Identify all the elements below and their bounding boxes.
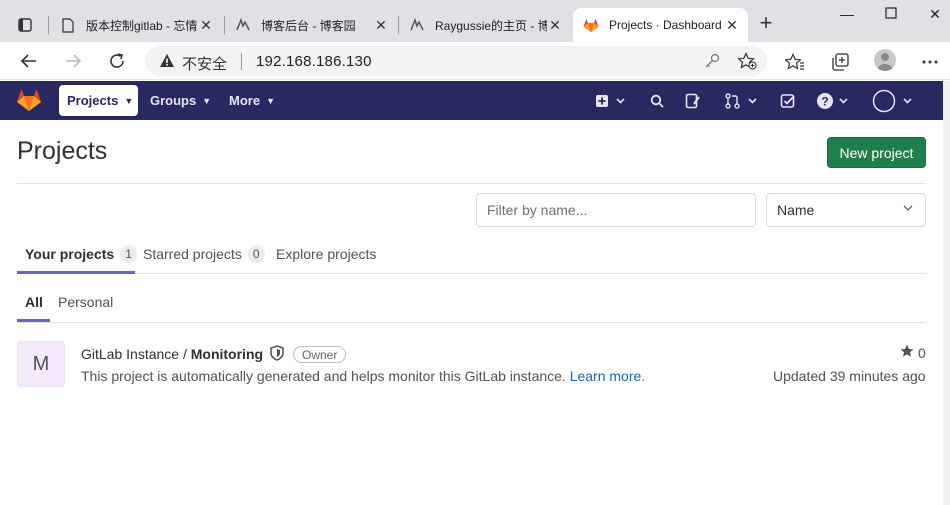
divider xyxy=(17,183,926,184)
page-title: Projects xyxy=(17,137,108,165)
cnblogs-icon xyxy=(409,17,425,33)
nav-groups[interactable]: Groups ▼ xyxy=(142,85,219,116)
gitlab-navbar: Projects ▼ Groups ▼ More ▼ ? xyxy=(0,81,943,120)
close-icon[interactable]: ✕ xyxy=(198,17,214,34)
divider xyxy=(241,53,242,70)
new-tab-icon[interactable]: + xyxy=(756,12,776,36)
chevron-down-icon: ▼ xyxy=(202,95,212,106)
star-icon xyxy=(900,344,914,361)
close-icon[interactable]: ✕ xyxy=(724,17,740,34)
nav-groups-label: Groups xyxy=(150,93,197,108)
chevron-down-icon xyxy=(903,204,913,215)
browser-tab[interactable]: 博客后台 - 博客园 ✕ xyxy=(225,8,397,42)
minimize-icon[interactable]: — xyxy=(832,6,862,26)
tab-label: Your projects xyxy=(25,246,115,262)
page-icon xyxy=(60,17,76,33)
sort-value: Name xyxy=(777,202,815,218)
tab-label: Explore projects xyxy=(276,246,377,262)
subtab-personal[interactable]: Personal xyxy=(58,282,113,322)
project-namespace: GitLab Instance / xyxy=(81,346,187,362)
back-icon[interactable] xyxy=(18,50,40,72)
security-label: 不安全 xyxy=(182,56,228,73)
issues-icon[interactable] xyxy=(685,92,701,110)
nav-projects[interactable]: Projects ▼ xyxy=(59,85,138,116)
tab-label: Starred projects xyxy=(143,246,242,262)
nav-more-label: More xyxy=(229,93,261,108)
svg-text:?: ? xyxy=(821,95,828,109)
learn-more-link[interactable]: Learn more. xyxy=(570,368,645,384)
sort-dropdown[interactable]: Name xyxy=(766,193,926,227)
tab-your-projects[interactable]: Your projects 1 xyxy=(25,234,137,274)
close-icon[interactable]: ✕ xyxy=(547,17,563,34)
close-icon[interactable]: ✕ xyxy=(373,17,389,34)
tab-explore-projects[interactable]: Explore projects xyxy=(276,234,376,274)
add-favorite-icon[interactable] xyxy=(737,52,757,75)
star-count[interactable]: 0 xyxy=(900,344,926,361)
nav-projects-label: Projects xyxy=(67,93,119,108)
help-icon[interactable]: ? xyxy=(816,92,852,110)
project-subtabs: All Personal xyxy=(17,282,926,323)
browser-tab-strip: 版本控制gitlab - 忘情 ✕ 博客后台 - 博客园 ✕ Raygussie… xyxy=(0,0,950,42)
user-avatar-icon[interactable] xyxy=(872,89,916,113)
more-options-icon[interactable] xyxy=(919,51,941,73)
project-description: This project is automatically generated … xyxy=(81,368,645,384)
browser-tab-title: 博客后台 - 博客园 xyxy=(261,18,356,33)
chevron-down-icon: ▼ xyxy=(124,95,134,106)
key-icon[interactable] xyxy=(703,52,721,75)
project-title-link[interactable]: GitLab Instance / Monitoring xyxy=(81,346,263,362)
profile-avatar[interactable] xyxy=(874,49,896,71)
browser-toolbar: 不安全 192.168.186.130 xyxy=(0,42,950,80)
gitlab-icon xyxy=(583,17,599,33)
window-close-icon[interactable]: ✕ xyxy=(920,6,950,26)
project-avatar[interactable]: M xyxy=(17,341,65,387)
role-badge: Owner xyxy=(293,346,347,363)
scrollbar[interactable] xyxy=(943,81,950,505)
browser-tab[interactable]: 版本控制gitlab - 忘情 ✕ xyxy=(50,8,222,42)
star-count-value: 0 xyxy=(918,344,926,361)
forward-icon[interactable] xyxy=(62,50,84,72)
refresh-icon[interactable] xyxy=(106,50,128,72)
new-project-button[interactable]: New project xyxy=(827,137,926,168)
subtab-all[interactable]: All xyxy=(25,282,43,322)
tab-actions-icon[interactable] xyxy=(10,12,40,38)
gitlab-logo-icon[interactable] xyxy=(16,88,42,112)
favorites-icon[interactable] xyxy=(784,51,806,73)
address-bar[interactable]: 不安全 192.168.186.130 xyxy=(145,46,767,76)
project-tabs: Your projects 1 Starred projects 0 Explo… xyxy=(17,234,926,274)
tab-separator xyxy=(48,16,49,34)
active-tab-indicator xyxy=(17,271,135,274)
count-badge: 0 xyxy=(247,245,265,263)
description-text: This project is automatically generated … xyxy=(81,368,566,384)
merge-requests-icon[interactable] xyxy=(725,92,759,110)
browser-tab[interactable]: Raygussie的主页 - 博 ✕ xyxy=(399,8,571,42)
nav-more[interactable]: More ▼ xyxy=(221,85,283,116)
cnblogs-icon xyxy=(235,17,251,33)
collections-icon[interactable] xyxy=(829,51,851,73)
browser-tab-title: Raygussie的主页 - 博 xyxy=(435,18,547,33)
new-dropdown-icon[interactable] xyxy=(595,92,627,110)
project-name: Monitoring xyxy=(190,346,264,362)
filter-by-name-input[interactable] xyxy=(476,193,756,227)
updated-time: Updated 39 minutes ago xyxy=(773,368,926,384)
warning-icon[interactable] xyxy=(159,53,175,69)
count-badge: 1 xyxy=(120,245,137,263)
shield-icon xyxy=(269,345,285,366)
todos-icon[interactable] xyxy=(780,92,796,110)
active-tab-indicator xyxy=(17,319,50,322)
url-text[interactable]: 192.168.186.130 xyxy=(256,53,372,70)
chevron-down-icon: ▼ xyxy=(266,95,275,106)
browser-tab-title: 版本控制gitlab - 忘情 xyxy=(86,18,198,33)
tab-starred-projects[interactable]: Starred projects 0 xyxy=(143,234,265,274)
search-icon[interactable] xyxy=(650,92,664,110)
browser-tab-title: Projects · Dashboard xyxy=(609,18,721,32)
browser-tab-active[interactable]: Projects · Dashboard ✕ xyxy=(573,8,748,42)
maximize-icon[interactable] xyxy=(876,6,906,26)
